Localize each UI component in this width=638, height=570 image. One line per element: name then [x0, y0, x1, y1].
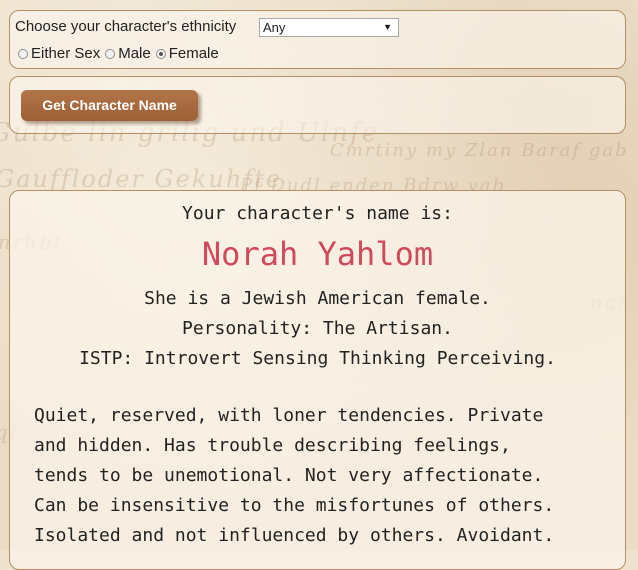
radio-either-sex-label[interactable]: Either Sex	[31, 45, 100, 62]
description-line: and hidden. Has trouble describing feeli…	[34, 435, 511, 456]
ethnicity-label: Choose your character's ethnicity	[15, 18, 237, 35]
sex-radio-group: Either Sex Male Female	[18, 45, 224, 62]
radio-female[interactable]	[155, 48, 166, 59]
radio-male-label[interactable]: Male	[118, 45, 151, 62]
description-line: Isolated and not influenced by others. A…	[34, 525, 555, 546]
personality-line: Personality: The Artisan.	[182, 318, 453, 339]
submit-panel: Get Character Name	[9, 76, 626, 134]
ethnicity-line: She is a Jewish American female.	[144, 288, 491, 309]
result-panel: Your character's name is: Norah Yahlom S…	[9, 190, 626, 570]
personality-description: Quiet, reserved, with loner tendencies. …	[34, 401, 614, 551]
mbti-line: ISTP: Introvert Sensing Thinking Perceiv…	[79, 348, 556, 369]
description-line: Quiet, reserved, with loner tendencies. …	[34, 405, 544, 426]
ethnicity-selected-value: Any	[263, 20, 286, 35]
get-character-name-button[interactable]: Get Character Name	[21, 90, 198, 121]
ethnicity-sex-panel: Choose your character's ethnicity Any ▼ …	[9, 10, 626, 69]
ethnicity-select[interactable]: Any ▼	[259, 18, 399, 37]
radio-male[interactable]	[105, 48, 116, 59]
character-name: Norah Yahlom	[201, 235, 434, 273]
result-intro: Your character's name is:	[182, 203, 453, 224]
dropdown-arrow-icon: ▼	[383, 22, 392, 32]
radio-female-label[interactable]: Female	[169, 45, 219, 62]
description-line: tends to be unemotional. Not very affect…	[34, 465, 544, 486]
description-line: Can be insensitive to the misfortunes of…	[34, 495, 555, 516]
radio-either-sex[interactable]	[18, 48, 28, 59]
